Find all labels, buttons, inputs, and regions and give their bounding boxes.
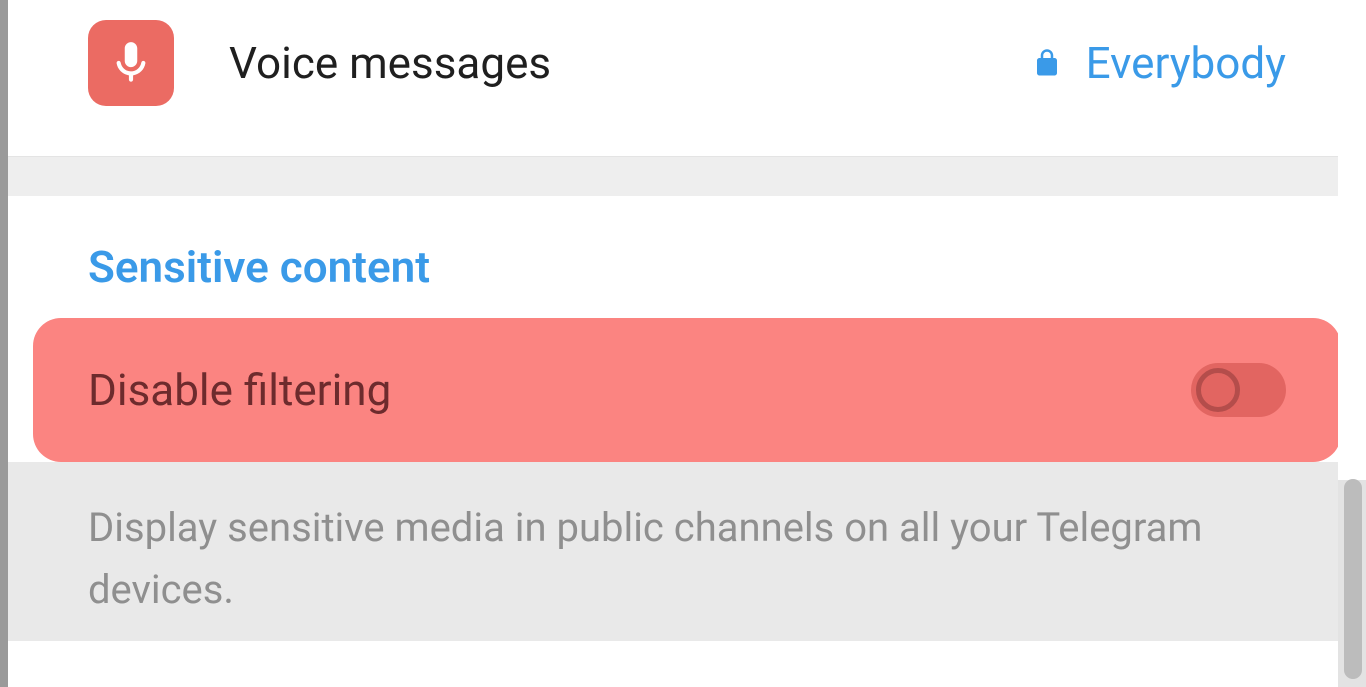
voice-messages-value-text: Everybody (1086, 37, 1286, 89)
microphone-icon (88, 20, 174, 106)
disable-filtering-toggle[interactable] (1191, 363, 1286, 417)
voice-messages-row[interactable]: Voice messages Everybody (8, 0, 1366, 156)
scrollbar-thumb[interactable] (1344, 479, 1362, 679)
voice-messages-label: Voice messages (229, 37, 1032, 89)
disable-filtering-row[interactable]: Disable filtering (33, 318, 1341, 462)
sensitive-content-description: Display sensitive media in public channe… (8, 462, 1366, 641)
sensitive-content-header: Sensitive content (8, 196, 1366, 318)
section-separator (8, 156, 1366, 196)
sensitive-content-title: Sensitive content (88, 241, 1286, 293)
lock-icon (1032, 45, 1062, 81)
toggle-knob (1196, 368, 1240, 412)
right-edge-white (1338, 0, 1366, 480)
voice-messages-value: Everybody (1032, 37, 1286, 89)
disable-filtering-label: Disable filtering (88, 364, 391, 416)
